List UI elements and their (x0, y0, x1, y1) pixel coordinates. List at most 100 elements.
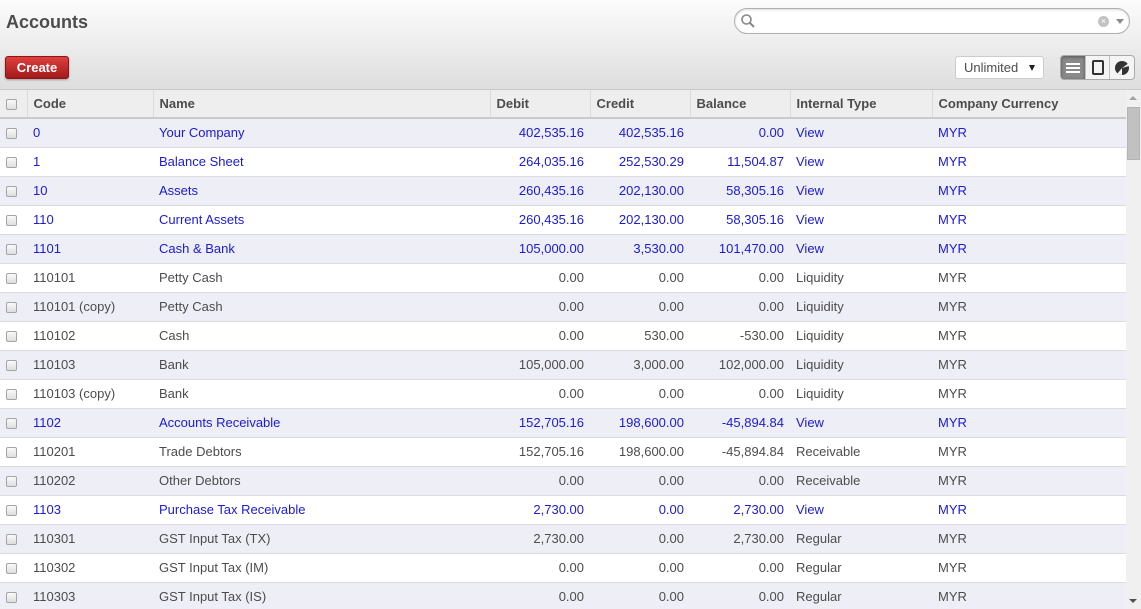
row-checkbox-cell[interactable] (0, 350, 27, 380)
balance-amount[interactable]: 0.00 (690, 263, 790, 293)
credit-amount[interactable]: 0.00 (590, 379, 690, 409)
select-all-checkbox[interactable] (6, 99, 17, 111)
column-header-name[interactable]: Name (152, 90, 490, 119)
scroll-up-arrow-icon[interactable] (1129, 96, 1137, 100)
account-code[interactable]: 110101 (copy) (27, 292, 153, 322)
table-row[interactable]: 110303 GST Input Tax (IS) 0.00 0.00 0.00 Regu… (0, 582, 1126, 609)
internal-type[interactable]: View (790, 176, 932, 206)
balance-amount[interactable]: -530.00 (690, 321, 790, 351)
account-code[interactable]: 110102 (27, 321, 153, 351)
company-currency[interactable]: MYR (932, 292, 1126, 322)
balance-amount[interactable]: 11,504.87 (690, 147, 790, 177)
table-row[interactable]: 110103 (copy) Bank 0.00 0.00 0.00 Liquidity MY… (0, 379, 1126, 409)
company-currency[interactable]: MYR (932, 582, 1126, 609)
credit-amount[interactable]: 252,530.29 (590, 147, 690, 177)
debit-amount[interactable]: 152,705.16 (490, 408, 590, 438)
row-checkbox-cell[interactable] (0, 553, 27, 583)
internal-type[interactable]: Liquidity (790, 350, 932, 380)
account-name[interactable]: Cash & Bank (153, 234, 490, 264)
account-name[interactable]: GST Input Tax (IM) (153, 553, 490, 583)
row-checkbox[interactable] (6, 447, 17, 459)
credit-amount[interactable]: 202,130.00 (590, 176, 690, 206)
internal-type[interactable]: Liquidity (790, 379, 932, 409)
credit-amount[interactable]: 0.00 (590, 582, 690, 609)
debit-amount[interactable]: 2,730.00 (490, 524, 590, 554)
search-box[interactable]: × (734, 8, 1130, 34)
balance-amount[interactable]: 102,000.00 (690, 350, 790, 380)
row-checkbox[interactable] (6, 476, 17, 488)
credit-amount[interactable]: 198,600.00 (590, 408, 690, 438)
account-name[interactable]: Assets (153, 176, 490, 206)
debit-amount[interactable]: 105,000.00 (490, 234, 590, 264)
credit-amount[interactable]: 402,535.16 (590, 118, 690, 148)
balance-amount[interactable]: 2,730.00 (690, 495, 790, 525)
table-row[interactable]: 110301 GST Input Tax (TX) 2,730.00 0.00 2,73… (0, 524, 1126, 554)
row-checkbox-cell[interactable] (0, 379, 27, 409)
row-checkbox[interactable] (6, 186, 17, 198)
company-currency[interactable]: MYR (932, 379, 1126, 409)
account-code[interactable]: 1102 (27, 408, 153, 438)
company-currency[interactable]: MYR (932, 205, 1126, 235)
balance-amount[interactable]: -45,894.84 (690, 437, 790, 467)
account-code[interactable]: 110201 (27, 437, 153, 467)
company-currency[interactable]: MYR (932, 263, 1126, 293)
vertical-scrollbar[interactable] (1126, 90, 1141, 609)
table-row[interactable]: 110 Current Assets 260,435.16 202,130.00 58,… (0, 205, 1126, 235)
select-all-checkbox-cell[interactable] (0, 90, 27, 119)
company-currency[interactable]: MYR (932, 495, 1126, 525)
search-options-dropdown-icon[interactable] (1116, 19, 1124, 24)
account-name[interactable]: Petty Cash (153, 263, 490, 293)
column-header-internal-type[interactable]: Internal Type (789, 90, 932, 119)
balance-amount[interactable]: 0.00 (690, 582, 790, 609)
search-input[interactable] (759, 12, 1099, 30)
create-button[interactable]: Create (5, 56, 69, 79)
company-currency[interactable]: MYR (932, 147, 1126, 177)
row-checkbox[interactable] (6, 244, 17, 256)
debit-amount[interactable]: 0.00 (490, 466, 590, 496)
column-header-code[interactable]: Code (26, 90, 153, 119)
account-code[interactable]: 110103 (27, 350, 153, 380)
row-checkbox-cell[interactable] (0, 263, 27, 293)
row-checkbox[interactable] (6, 418, 17, 430)
clear-search-icon[interactable]: × (1098, 16, 1109, 27)
debit-amount[interactable]: 0.00 (490, 379, 590, 409)
balance-amount[interactable]: 0.00 (690, 292, 790, 322)
internal-type[interactable]: View (790, 147, 932, 177)
account-name[interactable]: Other Debtors (153, 466, 490, 496)
account-code[interactable]: 110202 (27, 466, 153, 496)
balance-amount[interactable]: -45,894.84 (690, 408, 790, 438)
account-name[interactable]: Your Company (153, 118, 490, 148)
account-code[interactable]: 1101 (27, 234, 153, 264)
internal-type[interactable]: Regular (790, 553, 932, 583)
company-currency[interactable]: MYR (932, 408, 1126, 438)
row-checkbox-cell[interactable] (0, 321, 27, 351)
company-currency[interactable]: MYR (932, 118, 1126, 148)
internal-type[interactable]: View (790, 495, 932, 525)
internal-type[interactable]: View (790, 118, 932, 148)
account-code[interactable]: 110101 (27, 263, 153, 293)
table-row[interactable]: 1102 Accounts Receivable 152,705.16 198,600… (0, 408, 1126, 438)
account-name[interactable]: Petty Cash (153, 292, 490, 322)
list-view-button[interactable] (1061, 56, 1086, 79)
table-row[interactable]: 110101 Petty Cash 0.00 0.00 0.00 Liquidity MYR (0, 263, 1126, 293)
account-code[interactable]: 1 (27, 147, 153, 177)
credit-amount[interactable]: 530.00 (590, 321, 690, 351)
scroll-down-arrow-icon[interactable] (1129, 599, 1137, 603)
account-name[interactable]: Cash (153, 321, 490, 351)
credit-amount[interactable]: 0.00 (590, 553, 690, 583)
balance-amount[interactable]: 0.00 (690, 118, 790, 148)
row-checkbox[interactable] (6, 128, 17, 140)
account-name[interactable]: Accounts Receivable (153, 408, 490, 438)
company-currency[interactable]: MYR (932, 176, 1126, 206)
record-limit-select[interactable]: Unlimited (955, 56, 1044, 79)
internal-type[interactable]: Receivable (790, 437, 932, 467)
table-row[interactable]: 110302 GST Input Tax (IM) 0.00 0.00 0.00 Regu… (0, 553, 1126, 583)
balance-amount[interactable]: 101,470.00 (690, 234, 790, 264)
row-checkbox-cell[interactable] (0, 524, 27, 554)
row-checkbox[interactable] (6, 360, 17, 372)
row-checkbox-cell[interactable] (0, 176, 27, 206)
credit-amount[interactable]: 0.00 (590, 263, 690, 293)
table-row[interactable]: 10 Assets 260,435.16 202,130.00 58,305.16 Vie… (0, 176, 1126, 206)
internal-type[interactable]: View (790, 408, 932, 438)
company-currency[interactable]: MYR (932, 350, 1126, 380)
